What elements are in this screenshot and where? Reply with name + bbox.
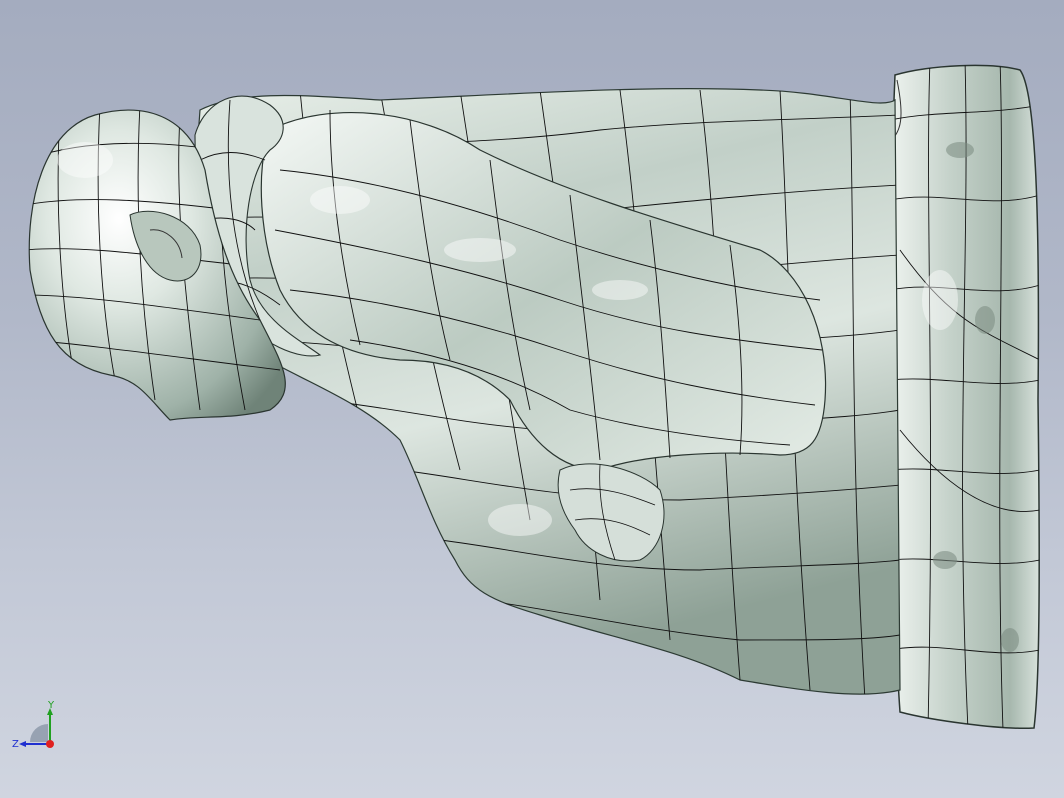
3d-viewport[interactable]: Y Z xyxy=(0,0,1064,798)
pedestal xyxy=(889,64,1040,730)
triad-quarter-disc xyxy=(30,724,48,742)
z-axis-arrow xyxy=(19,741,26,747)
x-axis-dot xyxy=(46,740,54,748)
model-render[interactable] xyxy=(0,0,1064,798)
axis-triad: Y Z xyxy=(12,700,55,750)
z-axis-label: Z xyxy=(12,739,19,750)
y-axis-label: Y xyxy=(47,700,55,711)
